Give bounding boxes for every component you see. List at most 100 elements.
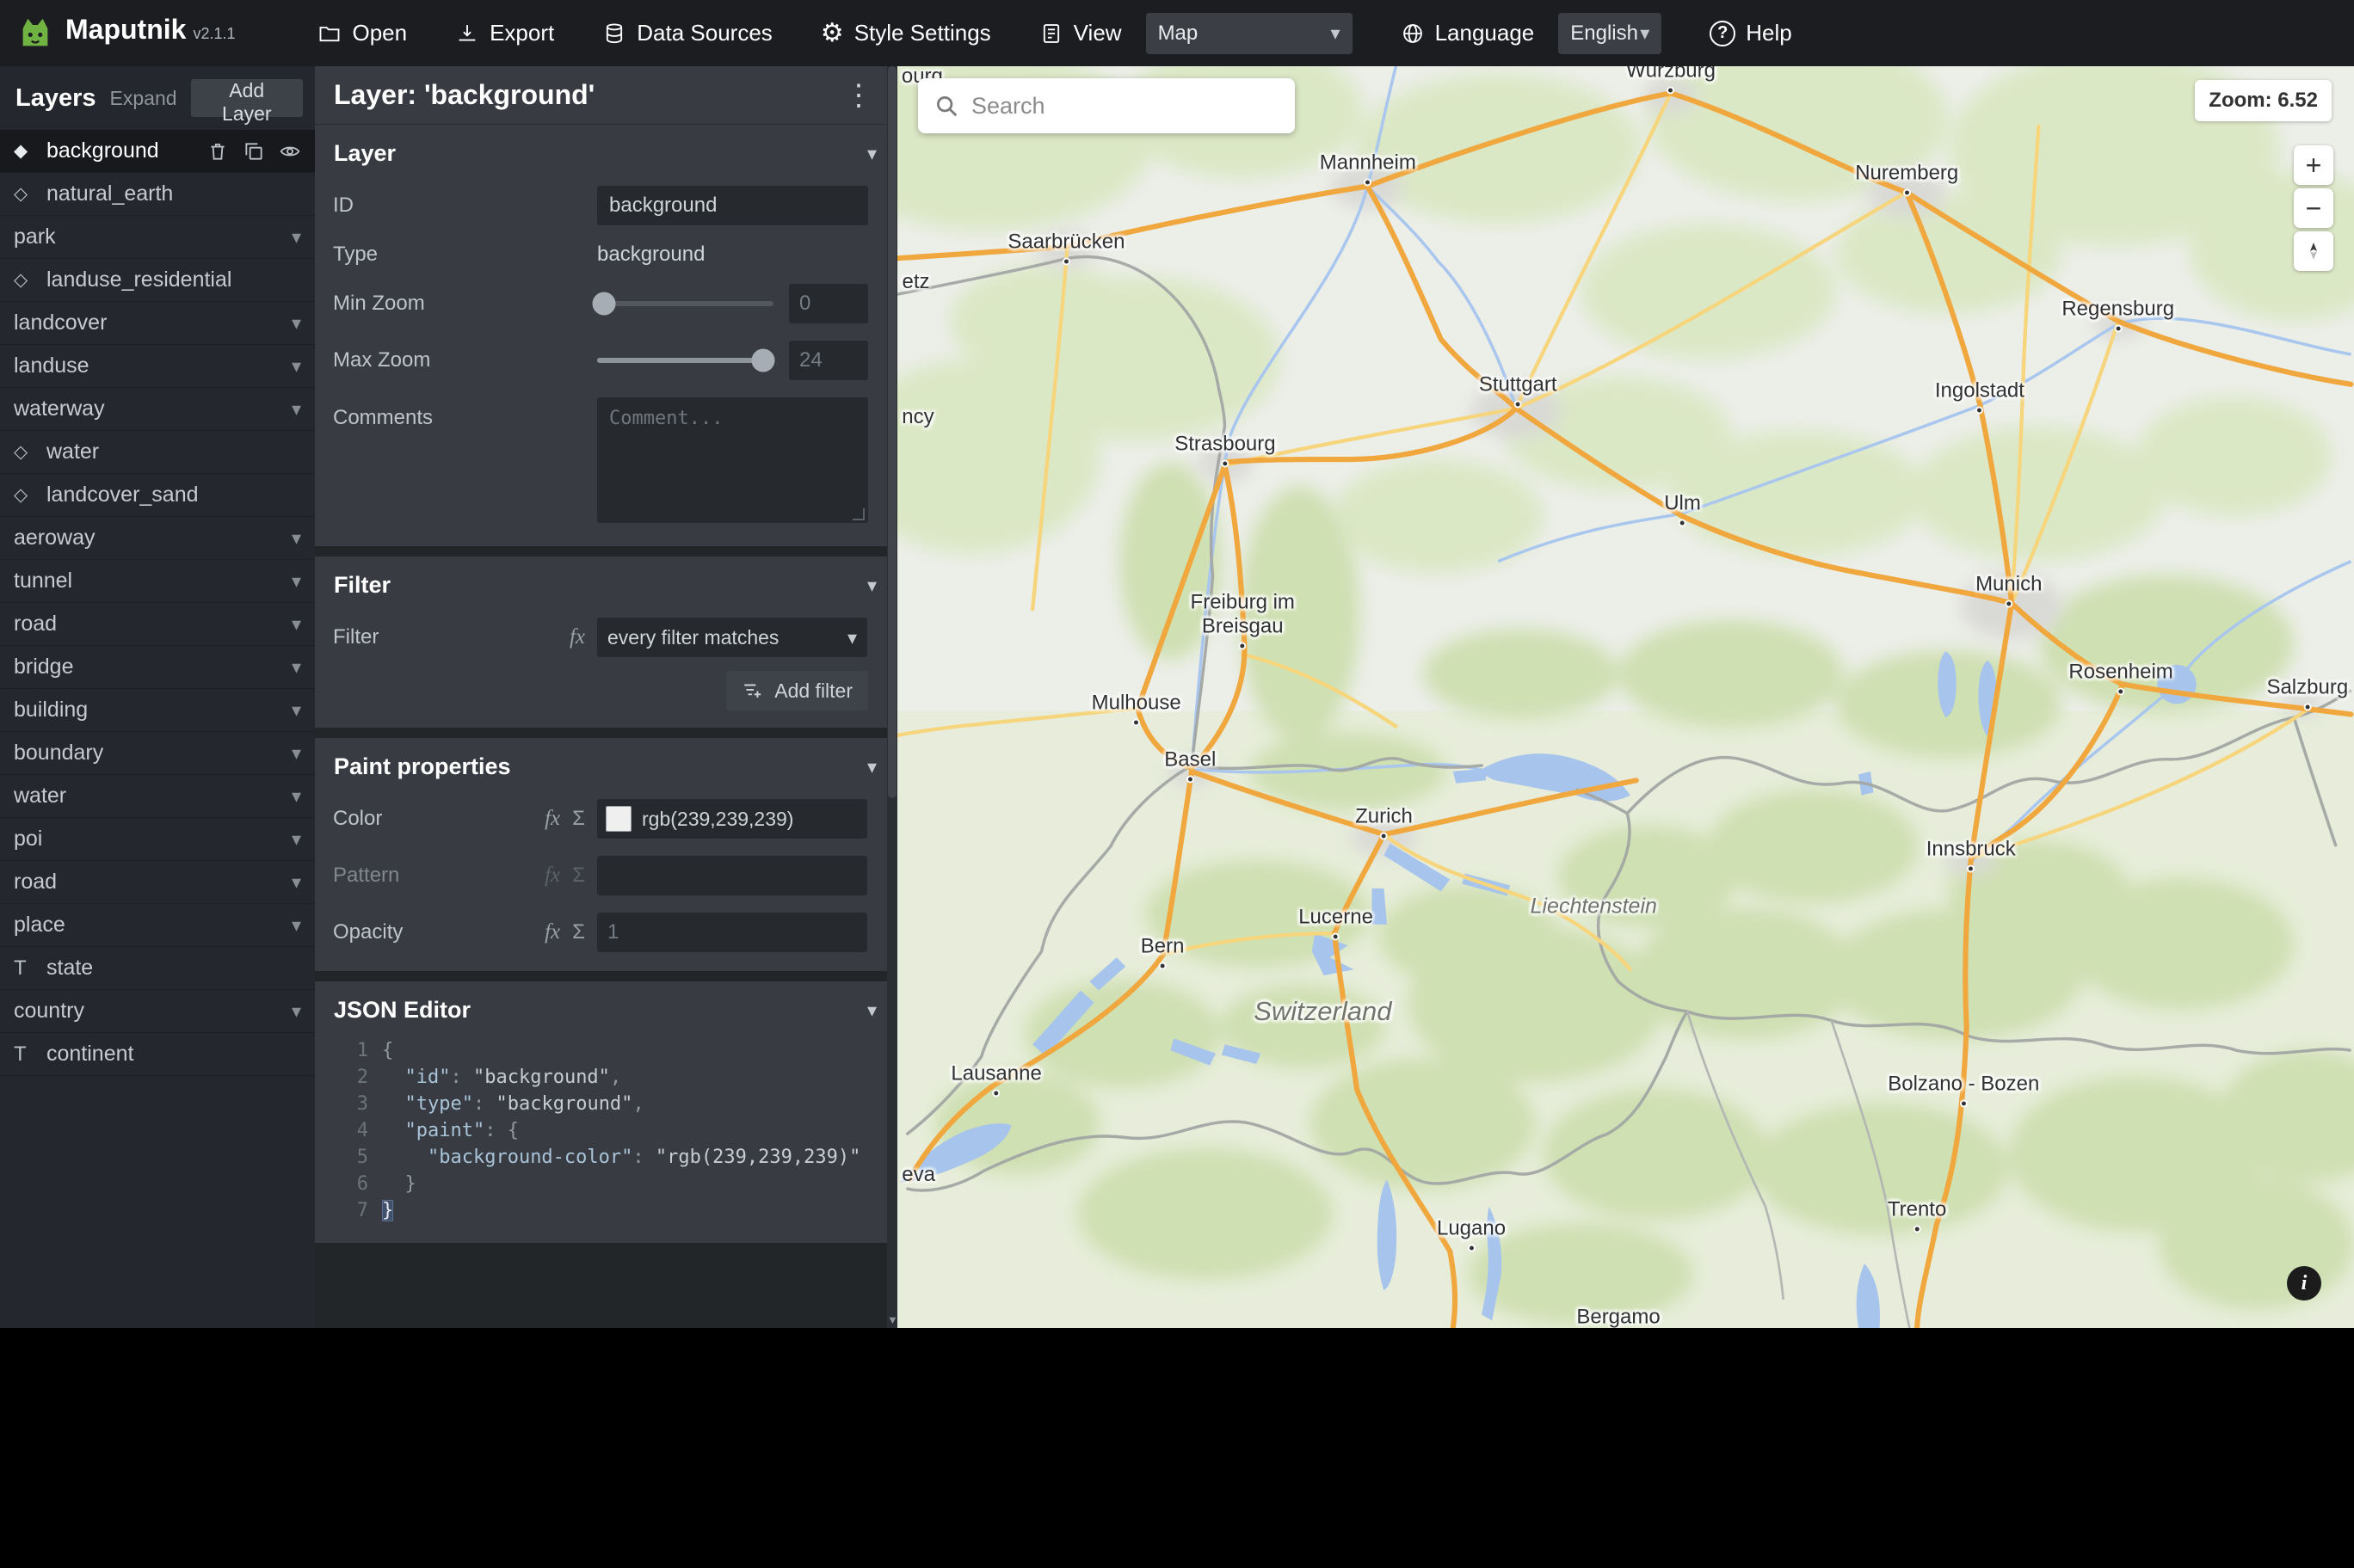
section-layer-header[interactable]: Layer bbox=[315, 125, 897, 177]
export-button[interactable]: Export bbox=[455, 20, 554, 46]
chevron-down-icon[interactable]: ▾ bbox=[292, 226, 301, 249]
fx-icon[interactable] bbox=[545, 920, 560, 944]
data-sources-label: Data Sources bbox=[637, 20, 773, 46]
attribution-info-button[interactable]: i bbox=[2287, 1266, 2321, 1301]
layer-type-icon bbox=[14, 269, 40, 291]
section-paint-header[interactable]: Paint properties bbox=[315, 738, 897, 790]
scrollbar-thumb[interactable] bbox=[888, 66, 897, 798]
layer-row[interactable]: background ▾ bbox=[0, 130, 315, 173]
pattern-input[interactable] bbox=[597, 856, 867, 895]
sigma-icon[interactable] bbox=[572, 920, 585, 944]
view-select[interactable]: Map bbox=[1145, 12, 1353, 54]
scrollbar-track[interactable] bbox=[887, 66, 897, 1328]
chevron-down-icon[interactable]: ▾ bbox=[292, 1000, 301, 1023]
add-filter-button[interactable]: Add filter bbox=[726, 671, 868, 710]
view-button[interactable]: View bbox=[1039, 20, 1122, 46]
fx-icon[interactable] bbox=[545, 807, 560, 831]
layer-label: place bbox=[14, 913, 65, 937]
min-zoom-label: Min Zoom bbox=[333, 292, 425, 315]
layer-row[interactable]: natural_earth ▾ bbox=[0, 173, 315, 216]
chevron-down-icon[interactable]: ▾ bbox=[292, 742, 301, 765]
layer-row[interactable]: road ▾ bbox=[0, 861, 315, 904]
field-comments: Comments bbox=[315, 389, 897, 546]
layer-row[interactable]: water ▾ bbox=[0, 431, 315, 474]
chevron-down-icon[interactable]: ▾ bbox=[292, 871, 301, 894]
search-icon bbox=[937, 96, 958, 117]
chevron-down-icon[interactable]: ▾ bbox=[292, 355, 301, 378]
sigma-icon[interactable] bbox=[572, 864, 585, 888]
layer-row[interactable]: boundary ▾ bbox=[0, 732, 315, 775]
chevron-down-icon[interactable]: ▾ bbox=[292, 828, 301, 851]
comments-textarea[interactable] bbox=[597, 397, 868, 523]
duplicate-layer-icon[interactable] bbox=[243, 140, 265, 163]
layer-row[interactable]: road ▾ bbox=[0, 603, 315, 646]
add-layer-button[interactable]: Add Layer bbox=[190, 79, 303, 125]
chevron-down-icon[interactable]: ▾ bbox=[292, 656, 301, 679]
layer-row[interactable]: building ▾ bbox=[0, 689, 315, 732]
layer-row[interactable]: landcover ▾ bbox=[0, 302, 315, 345]
layer-row[interactable]: landuse ▾ bbox=[0, 345, 315, 388]
layer-row[interactable]: water ▾ bbox=[0, 775, 315, 818]
fx-icon[interactable] bbox=[545, 864, 560, 888]
layer-row[interactable]: poi ▾ bbox=[0, 818, 315, 861]
max-zoom-slider[interactable] bbox=[597, 348, 775, 372]
filter-combinator-value: every filter matches bbox=[607, 625, 780, 649]
data-sources-button[interactable]: Data Sources bbox=[602, 20, 773, 46]
layer-row[interactable]: tunnel ▾ bbox=[0, 560, 315, 603]
chevron-down-icon[interactable]: ▾ bbox=[292, 699, 301, 722]
filter-combinator-select[interactable]: every filter matches bbox=[597, 618, 867, 657]
zoom-out-button[interactable]: − bbox=[2294, 188, 2333, 228]
min-zoom-slider[interactable] bbox=[592, 292, 773, 316]
layer-row[interactable]: landuse_residential ▾ bbox=[0, 259, 315, 302]
layer-row[interactable]: place ▾ bbox=[0, 904, 315, 947]
compass-button[interactable] bbox=[2294, 231, 2333, 271]
toggle-visibility-icon[interactable] bbox=[279, 140, 301, 163]
chevron-down-icon bbox=[1640, 22, 1649, 46]
chevron-down-icon[interactable]: ▾ bbox=[292, 527, 301, 550]
map-canvas[interactable] bbox=[897, 66, 2354, 1328]
layer-row[interactable]: country ▾ bbox=[0, 990, 315, 1033]
max-zoom-input[interactable] bbox=[789, 341, 868, 380]
min-zoom-input[interactable] bbox=[789, 284, 868, 323]
fx-icon[interactable] bbox=[570, 625, 585, 649]
brand[interactable]: Maputnik v2.1.1 bbox=[0, 14, 235, 53]
map-viewport[interactable]: ourg Würzburg Mannheim Nuremberg Saarbrü… bbox=[897, 66, 2354, 1328]
layer-row[interactable]: landcover_sand ▾ bbox=[0, 474, 315, 517]
chevron-down-icon[interactable]: ▾ bbox=[292, 312, 301, 335]
data-sources-icon bbox=[607, 22, 623, 43]
chevron-down-icon[interactable]: ▾ bbox=[292, 398, 301, 421]
section-gap bbox=[315, 728, 897, 738]
json-code[interactable]: 1{2 "id": "background", 3 "type": "backgr… bbox=[315, 1034, 897, 1243]
color-input[interactable]: rgb(239,239,239) bbox=[597, 799, 867, 839]
layer-row[interactable]: park ▾ bbox=[0, 216, 315, 259]
chevron-down-icon[interactable]: ▾ bbox=[292, 914, 301, 937]
section-filter-header[interactable]: Filter bbox=[315, 556, 897, 609]
min-zoom-slider-thumb[interactable] bbox=[592, 292, 616, 316]
opacity-input[interactable] bbox=[597, 913, 867, 952]
zoom-in-button[interactable]: + bbox=[2294, 145, 2333, 185]
map-search[interactable] bbox=[918, 78, 1295, 133]
scroll-down-arrow[interactable] bbox=[887, 1313, 897, 1326]
kebab-menu-icon[interactable] bbox=[839, 78, 878, 113]
search-input[interactable] bbox=[971, 92, 1286, 120]
color-swatch[interactable] bbox=[606, 806, 632, 832]
open-button[interactable]: Open bbox=[317, 20, 407, 46]
layer-row[interactable]: aeroway ▾ bbox=[0, 517, 315, 560]
chevron-down-icon[interactable]: ▾ bbox=[292, 570, 301, 593]
help-button[interactable]: Help bbox=[1710, 20, 1792, 46]
style-settings-button[interactable]: Style Settings bbox=[821, 18, 991, 48]
chevron-down-icon[interactable]: ▾ bbox=[292, 785, 301, 808]
language-button[interactable]: Language bbox=[1401, 20, 1534, 46]
section-json-header[interactable]: JSON Editor bbox=[315, 981, 897, 1034]
sigma-icon[interactable] bbox=[572, 807, 585, 831]
layer-row[interactable]: waterway ▾ bbox=[0, 388, 315, 431]
chevron-down-icon[interactable]: ▾ bbox=[292, 613, 301, 636]
layer-row[interactable]: state ▾ bbox=[0, 947, 315, 990]
expand-button[interactable]: Expand bbox=[110, 87, 177, 110]
language-select[interactable]: English bbox=[1558, 12, 1662, 54]
layer-row[interactable]: continent ▾ bbox=[0, 1033, 315, 1076]
delete-layer-icon[interactable] bbox=[206, 140, 229, 163]
max-zoom-slider-thumb[interactable] bbox=[751, 348, 775, 372]
layer-row[interactable]: bridge ▾ bbox=[0, 646, 315, 689]
id-input[interactable] bbox=[597, 186, 868, 225]
